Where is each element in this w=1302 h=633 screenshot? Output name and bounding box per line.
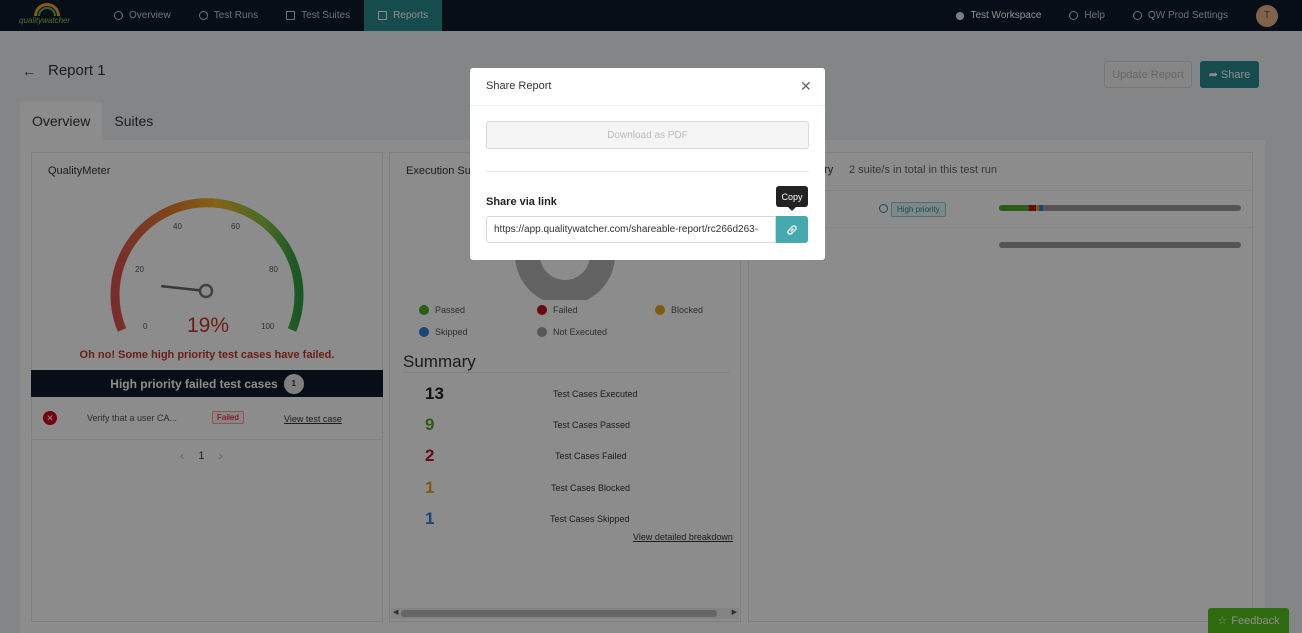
share-report-modal: Share Report ✕ Download as PDF Share via… (470, 68, 825, 260)
share-link-input[interactable]: https://app.qualitywatcher.com/shareable… (486, 216, 776, 243)
copy-link-button[interactable] (776, 216, 808, 243)
copy-tooltip: Copy (776, 186, 808, 211)
modal-title: Share Report (486, 80, 552, 92)
modal-divider (486, 171, 809, 172)
link-icon (787, 224, 797, 235)
close-icon[interactable]: ✕ (800, 78, 812, 95)
share-via-link-label: Share via link (486, 196, 557, 208)
modal-header-divider (470, 105, 825, 106)
download-pdf-button[interactable]: Download as PDF (486, 121, 809, 149)
